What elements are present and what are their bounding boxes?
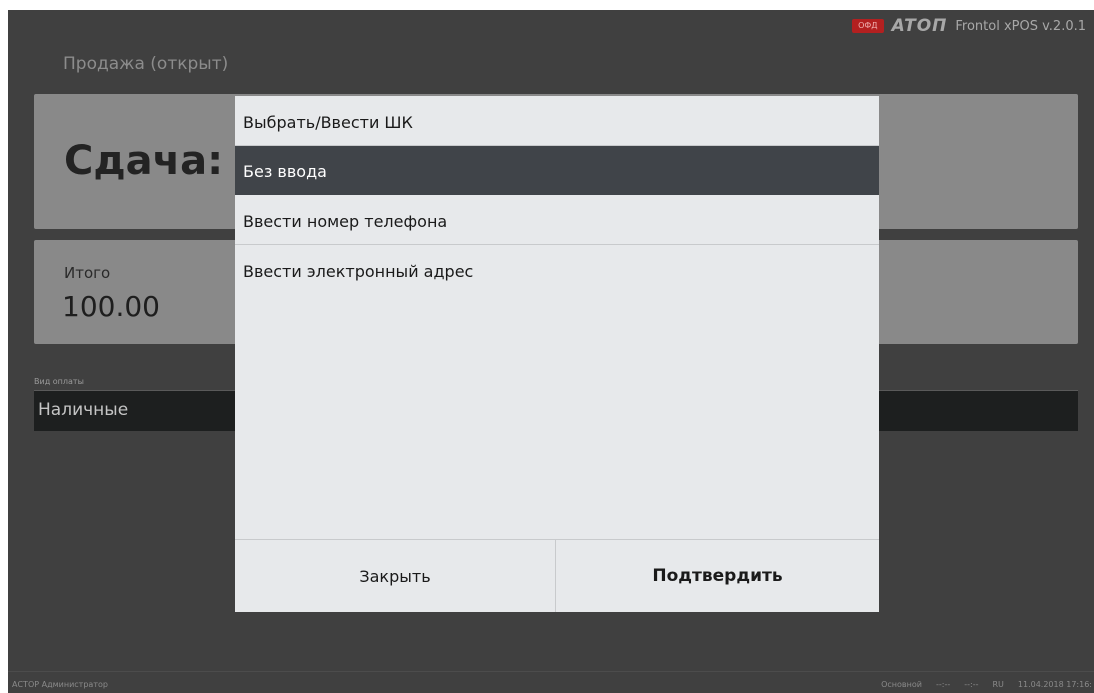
dialog-title-bar: Выбрать/Ввести ШК xyxy=(235,96,879,146)
payment-type-value: Наличные xyxy=(38,400,129,420)
app-version: Frontol xPOS v.2.0.1 xyxy=(955,18,1086,34)
payment-type-label: Вид оплаты xyxy=(34,377,84,386)
option-label: Ввести электронный адрес xyxy=(243,262,474,281)
option-label: Без ввода xyxy=(243,162,327,181)
top-bar: ОФД ATOΠ Frontol xPOS v.2.0.1 xyxy=(852,16,1086,36)
option-label: Ввести номер телефона xyxy=(243,212,448,231)
status-bar: АСТОР Администратор Основной --:-- --:--… xyxy=(8,671,1094,693)
dialog-title: Выбрать/Ввести ШК xyxy=(243,113,413,132)
option-enter-phone[interactable]: Ввести номер телефона xyxy=(235,196,879,245)
document-state-title: Продажа (открыт) xyxy=(63,54,229,74)
change-label: Сдача: xyxy=(64,138,224,184)
status-datetime: 11.04.2018 17:16: xyxy=(1017,680,1092,689)
barcode-input-dialog: Выбрать/Ввести ШК Без ввода Ввести номер… xyxy=(235,96,879,612)
total-value: 100.00 xyxy=(62,290,160,323)
status-mode: Основной xyxy=(881,680,922,689)
option-no-input[interactable]: Без ввода xyxy=(235,146,879,195)
dialog-footer: Закрыть Подтвердить xyxy=(235,539,879,612)
status-user: АСТОР Администратор xyxy=(12,680,108,689)
status-indicator-1: --:-- xyxy=(935,680,951,689)
close-button[interactable]: Закрыть xyxy=(235,540,556,612)
pos-screen: ОФД ATOΠ Frontol xPOS v.2.0.1 Продажа (о… xyxy=(8,10,1094,693)
status-language: RU xyxy=(992,680,1004,689)
status-right-group: Основной --:-- --:-- RU 11.04.2018 17:16… xyxy=(881,680,1092,689)
option-enter-email[interactable]: Ввести электронный адрес xyxy=(235,246,879,295)
status-indicator-2: --:-- xyxy=(964,680,979,689)
ofd-status-badge: ОФД xyxy=(852,19,884,33)
aton-logo: ATOΠ xyxy=(891,16,948,36)
confirm-button[interactable]: Подтвердить xyxy=(556,540,879,612)
total-label: Итого xyxy=(64,264,111,282)
